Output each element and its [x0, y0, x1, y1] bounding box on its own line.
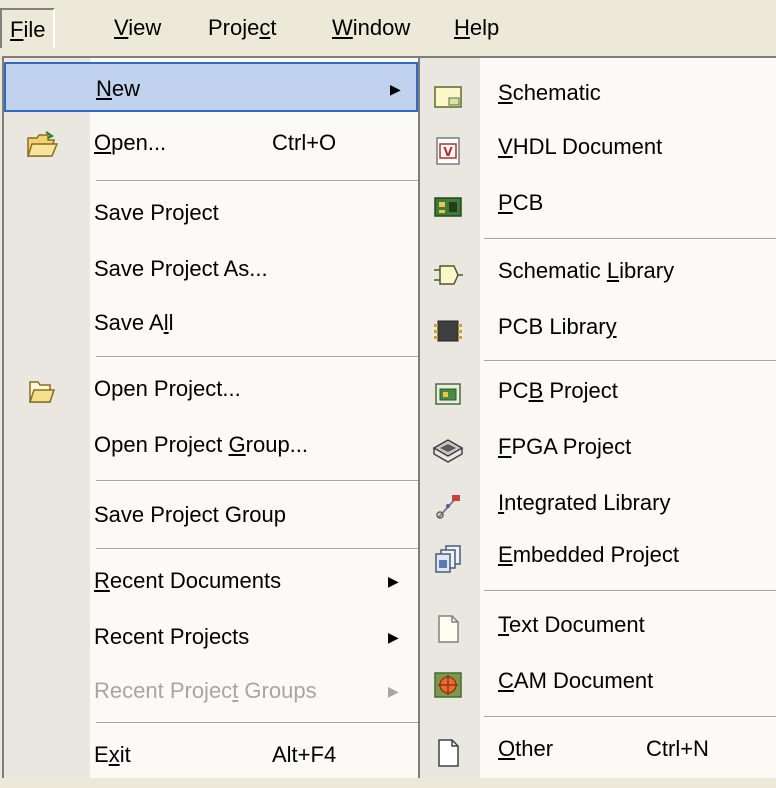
menu-view[interactable]: View [106, 8, 169, 48]
menu-separator [96, 480, 418, 482]
menu-window[interactable]: Window [324, 8, 418, 48]
submenu-item-label: Other [498, 736, 554, 761]
menu-item-open-project[interactable]: Open Project... [4, 364, 418, 414]
menu-item-label: Exit [94, 742, 131, 767]
submenu-item-label: PCB [498, 190, 544, 215]
menu-separator [484, 238, 776, 240]
file-menu: New ▶ Open... Ctrl+O Save Project Save P… [2, 56, 420, 778]
submenu-item-label: Embedded Project [498, 542, 680, 567]
submenu-item-schematic[interactable]: Schematic [420, 66, 776, 120]
menu-item-label: Recent Project Groups [94, 678, 317, 703]
menu-help[interactable]: Help [446, 8, 507, 48]
submenu-item-cam-document[interactable]: CAM Document [420, 654, 776, 708]
submenu-item-label: Integrated Library [498, 490, 671, 515]
new-submenu: Schematic V VHDL Document PCB Schematic … [418, 56, 776, 778]
pcb-project-icon [432, 376, 464, 406]
project-folder-icon [26, 374, 58, 404]
menu-item-label: Save All [94, 310, 174, 335]
submenu-arrow-icon: ▶ [388, 683, 399, 699]
shortcut-label: Ctrl+O [272, 130, 337, 155]
cam-document-icon [432, 666, 464, 698]
blank-document-icon [432, 734, 464, 767]
menu-item-open-project-group[interactable]: Open Project Group... [4, 420, 418, 470]
menu-separator [484, 360, 776, 362]
pcb-icon [432, 188, 464, 218]
submenu-item-text-document[interactable]: Text Document [420, 598, 776, 652]
menu-item-exit[interactable]: Exit Alt+F4 [4, 730, 418, 780]
integrated-library-icon [432, 488, 464, 519]
shortcut-label: Alt+F4 [272, 742, 337, 767]
submenu-arrow-icon: ▶ [390, 81, 401, 97]
menu-separator [96, 180, 418, 182]
submenu-item-label: PCB Project [498, 378, 618, 403]
menu-separator [484, 716, 776, 718]
submenu-item-vhdl-document[interactable]: V VHDL Document [420, 120, 776, 174]
embedded-project-icon [432, 540, 464, 573]
menu-item-recent-documents[interactable]: Recent Documents ▶ [4, 556, 418, 606]
menu-item-save-all[interactable]: Save All [4, 298, 418, 348]
menu-item-label: Save Project [94, 200, 219, 225]
submenu-item-embedded-project[interactable]: Embedded Project [420, 528, 776, 582]
submenu-item-pcb-library[interactable]: PCB Library [420, 300, 776, 354]
submenu-item-label: Schematic [498, 80, 601, 105]
submenu-item-integrated-library[interactable]: Integrated Library [420, 476, 776, 530]
svg-text:V: V [443, 145, 453, 159]
submenu-item-pcb-project[interactable]: PCB Project [420, 364, 776, 418]
menu-item-save-project[interactable]: Save Project [4, 188, 418, 238]
menu-bar: File View Project Window Help [0, 0, 776, 59]
menu-item-recent-project-groups: Recent Project Groups ▶ [4, 666, 418, 716]
submenu-item-label: Text Document [498, 612, 645, 637]
schematic-icon [432, 78, 464, 108]
fpga-project-icon [432, 432, 464, 463]
submenu-item-label: PCB Library [498, 314, 617, 339]
submenu-item-pcb[interactable]: PCB [420, 176, 776, 230]
menu-item-label: New [96, 76, 141, 101]
text-document-icon [432, 610, 464, 643]
menu-file[interactable]: File [0, 8, 56, 48]
menu-item-label: Recent Documents [94, 568, 282, 593]
submenu-item-label: FPGA Project [498, 434, 632, 459]
menu-project[interactable]: Project [200, 8, 284, 48]
menu-separator [96, 722, 418, 724]
submenu-item-label: Schematic Library [498, 258, 675, 283]
submenu-item-label: VHDL Document [498, 134, 663, 159]
menu-item-label: Open Project Group... [94, 432, 309, 457]
submenu-item-schematic-library[interactable]: Schematic Library [420, 244, 776, 298]
shortcut-label: Ctrl+N [646, 736, 709, 761]
submenu-item-label: CAM Document [498, 668, 654, 693]
menu-item-label: Save Project As... [94, 256, 268, 281]
menu-item-open[interactable]: Open... Ctrl+O [4, 118, 418, 168]
menu-item-new[interactable]: New ▶ [4, 62, 418, 112]
menu-item-label: Open... [94, 130, 167, 155]
submenu-arrow-icon: ▶ [388, 573, 399, 589]
menu-separator [484, 590, 776, 592]
menu-item-label: Recent Projects [94, 624, 250, 649]
submenu-item-fpga-project[interactable]: FPGA Project [420, 420, 776, 474]
folder-open-icon [26, 128, 59, 158]
pcb-library-icon [432, 312, 464, 342]
schematic-library-icon [432, 256, 464, 286]
menu-separator [96, 548, 418, 550]
menu-item-label: Save Project Group [94, 502, 286, 527]
menu-item-save-project-group[interactable]: Save Project Group [4, 490, 418, 540]
menu-item-recent-projects[interactable]: Recent Projects ▶ [4, 612, 418, 662]
submenu-arrow-icon: ▶ [388, 629, 399, 645]
menu-item-save-project-as[interactable]: Save Project As... [4, 244, 418, 294]
menu-item-label: Open Project... [94, 376, 241, 401]
menu-separator [96, 356, 418, 358]
submenu-item-other[interactable]: Other Ctrl+N [420, 722, 776, 776]
vhdl-document-icon: V [432, 132, 464, 165]
